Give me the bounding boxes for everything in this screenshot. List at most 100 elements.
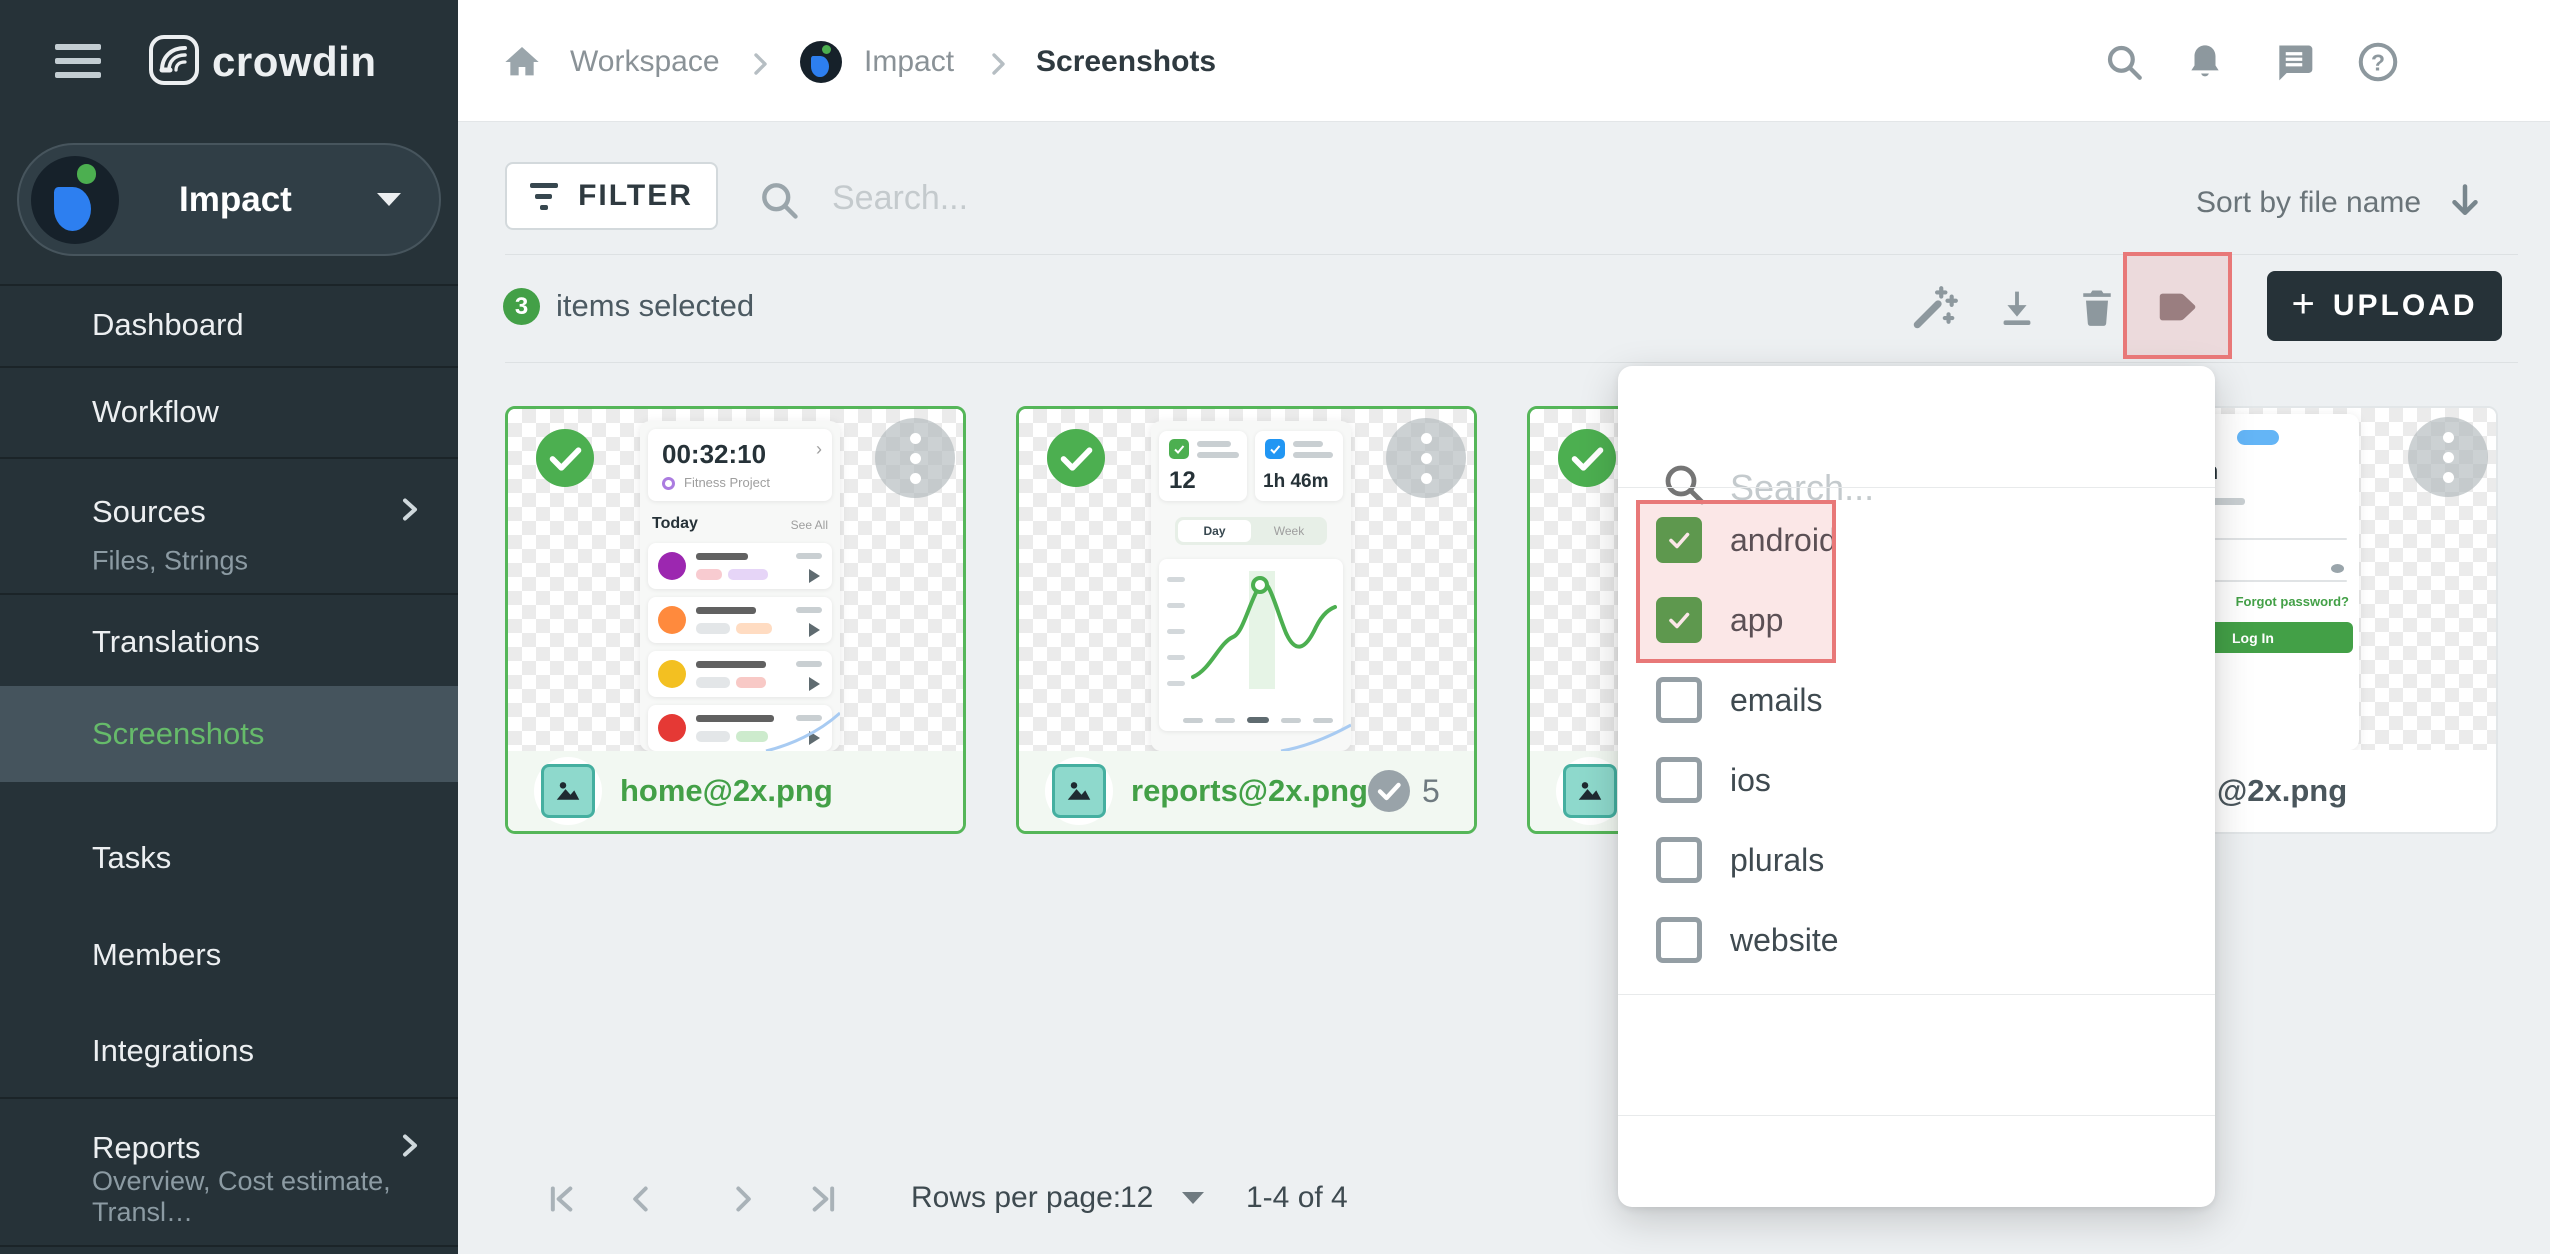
chevron-right-icon [396, 497, 422, 528]
sidebar-item-sources[interactable]: Sources Files, Strings [0, 457, 458, 593]
messages-icon[interactable] [2270, 38, 2318, 86]
auto-tag-wand-icon[interactable] [1910, 282, 1960, 332]
checkbox-unchecked-icon[interactable] [1656, 917, 1702, 963]
checkbox-checked-icon[interactable] [1656, 517, 1702, 563]
selected-count-badge: 3 [503, 288, 540, 325]
sidebar-item-workflow[interactable]: Workflow [0, 366, 458, 457]
divider [505, 362, 2518, 363]
project-name: Impact [179, 180, 377, 220]
label-option-plurals[interactable]: plurals [1656, 828, 2176, 892]
label-option-text: ios [1730, 762, 1771, 799]
selected-check-badge[interactable] [1558, 429, 1616, 487]
selected-check-badge[interactable] [1047, 429, 1105, 487]
thumb-see-all-text: See All [791, 518, 828, 532]
label-option-ios[interactable]: ios [1656, 748, 2176, 812]
chevron-right-icon [974, 40, 1022, 88]
chevron-right-icon [736, 40, 784, 88]
sidebar-item-label: Translations [92, 624, 260, 660]
sidebar-item-integrations[interactable]: Integrations [0, 974, 458, 1097]
sidebar-item-label: Dashboard [92, 307, 244, 343]
sidebar-item-label: Sources [92, 494, 206, 530]
sidebar-item-subtitle: Files, Strings [92, 546, 248, 577]
chevron-right-icon [396, 1133, 422, 1164]
card-footer: home@2x.png [508, 751, 963, 831]
image-file-icon [1045, 757, 1113, 825]
help-icon[interactable]: ? [2354, 38, 2402, 86]
home-icon[interactable] [498, 38, 546, 86]
sidebar-item-members[interactable]: Members [0, 877, 458, 974]
sidebar: crowdin Impact Dashboard Workflow Source… [0, 0, 458, 1254]
filter-button[interactable]: FILTER [505, 162, 718, 230]
plus-icon: + [2291, 284, 2314, 324]
sort-control[interactable]: Sort by file name [2196, 180, 2483, 225]
svg-text:?: ? [2371, 49, 2385, 75]
card-filename[interactable]: reports@2x.png [1131, 773, 1368, 809]
upload-button[interactable]: + UPLOAD [2267, 271, 2502, 341]
checkbox-unchecked-icon[interactable] [1656, 837, 1702, 883]
breadcrumb-page: Screenshots [1036, 45, 1216, 79]
search-icon[interactable] [2100, 38, 2148, 86]
sidebar-item-dashboard[interactable]: Dashboard [0, 284, 458, 366]
notifications-bell-icon[interactable] [2181, 38, 2229, 86]
rows-per-page-label: Rows per page: [911, 1181, 1121, 1215]
label-option-text: plurals [1730, 842, 1824, 879]
crowdin-logo-icon [148, 34, 200, 91]
filter-icon [530, 183, 558, 210]
card-filename[interactable]: home@2x.png [620, 773, 833, 809]
sort-label: Sort by file name [2196, 186, 2421, 220]
label-option-app[interactable]: app [1656, 588, 2176, 652]
thumb-day-week-toggle: Day Week [1175, 517, 1327, 545]
crowdin-logo[interactable]: crowdin [148, 36, 377, 88]
topbar: Workspace Impact Screenshots ? [458, 0, 2550, 122]
upload-button-label: UPLOAD [2333, 289, 2478, 323]
breadcrumb-workspace[interactable]: Workspace [570, 45, 720, 79]
trash-icon[interactable] [2072, 282, 2122, 332]
card-menu-button[interactable] [1386, 418, 1466, 498]
screenshot-card-home[interactable]: 00:32:10 › Fitness Project Today See All [505, 406, 966, 834]
sidebar-item-label: Tasks [92, 840, 171, 876]
chevron-down-icon [377, 193, 401, 206]
breadcrumb-project[interactable]: Impact [864, 45, 954, 79]
card-filename[interactable]: @2x.png [2217, 773, 2347, 809]
sidebar-item-tasks[interactable]: Tasks [0, 782, 458, 877]
image-file-icon [1556, 757, 1624, 825]
breadcrumb-project-icon [800, 41, 842, 83]
sidebar-item-label: Integrations [92, 1033, 254, 1069]
image-file-icon [534, 757, 602, 825]
crowdin-screenshots-page: crowdin Impact Dashboard Workflow Source… [0, 0, 2550, 1254]
rows-per-page-caret-icon[interactable] [1182, 1192, 1204, 1204]
selected-count-label: items selected [556, 288, 754, 324]
label-tag-icon[interactable] [2152, 282, 2202, 332]
card-menu-button[interactable] [2408, 417, 2488, 497]
label-search-input[interactable] [1730, 462, 2180, 514]
selected-check-badge[interactable] [536, 429, 594, 487]
last-page-icon[interactable] [803, 1178, 845, 1220]
sidebar-item-label: Workflow [92, 394, 219, 430]
label-option-text: website [1730, 922, 1839, 959]
project-switcher[interactable]: Impact [17, 143, 441, 256]
checkbox-unchecked-icon[interactable] [1656, 677, 1702, 723]
divider [1618, 994, 2215, 995]
card-menu-button[interactable] [875, 418, 955, 498]
sidebar-item-translations[interactable]: Translations [0, 593, 458, 686]
label-option-website[interactable]: website [1656, 908, 2176, 972]
search-input[interactable] [832, 175, 1532, 221]
thumb-stat-completed: 12 [1169, 467, 1196, 495]
sidebar-item-screenshots[interactable]: Screenshots [0, 686, 458, 782]
thumb-stat-duration: 1h 46m [1263, 471, 1328, 493]
screenshot-card-reports[interactable]: 12 1h 46m Day Week [1016, 406, 1477, 834]
checkbox-unchecked-icon[interactable] [1656, 757, 1702, 803]
hamburger-menu-icon[interactable] [55, 44, 101, 80]
crowdin-logo-text: crowdin [212, 38, 377, 86]
label-option-emails[interactable]: emails [1656, 668, 2176, 732]
checkbox-checked-icon[interactable] [1656, 597, 1702, 643]
sidebar-item-label: Reports [92, 1130, 201, 1166]
previous-page-icon[interactable] [620, 1178, 662, 1220]
tagged-strings-count: 5 [1422, 773, 1440, 810]
download-icon[interactable] [1992, 282, 2042, 332]
first-page-icon[interactable] [540, 1178, 582, 1220]
next-page-icon[interactable] [722, 1178, 764, 1220]
sidebar-item-reports[interactable]: Reports Overview, Cost estimate, Transl… [0, 1097, 458, 1245]
label-option-android[interactable]: android [1656, 508, 2176, 572]
rows-per-page-value[interactable]: 12 [1120, 1181, 1153, 1215]
